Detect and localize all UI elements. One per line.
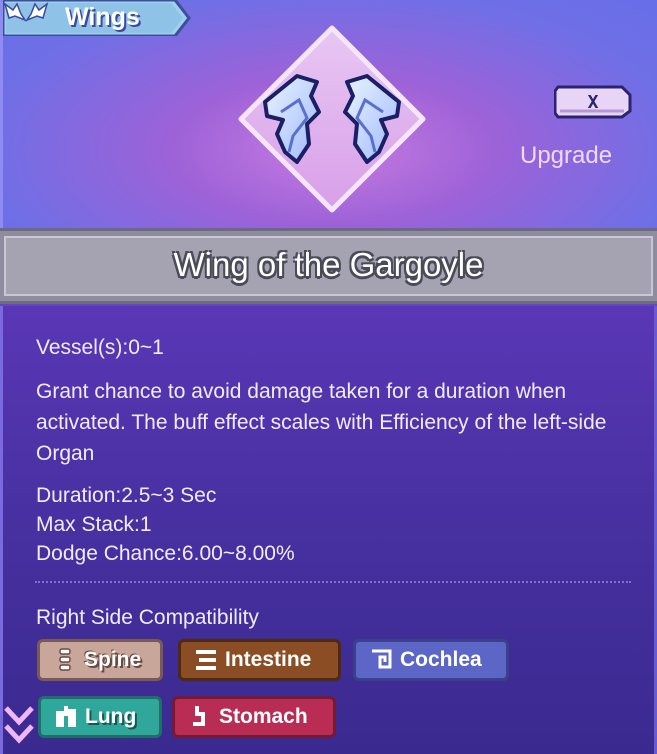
item-description: Grant chance to avoid damage taken for a… bbox=[36, 380, 607, 465]
section-divider bbox=[35, 581, 631, 585]
cochlea-icon bbox=[372, 649, 392, 669]
item-detail-panel: Wings X Upgrade Wing of the Gargoyle Ves… bbox=[0, 0, 657, 754]
item-name: Wing of the Gargoyle bbox=[173, 246, 484, 283]
compat-tag-label: Cochlea bbox=[400, 648, 482, 671]
stomach-icon bbox=[193, 706, 205, 726]
spine-icon bbox=[59, 648, 71, 671]
category-label: Wings bbox=[65, 3, 140, 31]
compatibility-title: Right Side Compatibility bbox=[36, 606, 259, 629]
compat-tag-cochlea[interactable]: Cochlea bbox=[353, 639, 509, 681]
upgrade-label[interactable]: Upgrade bbox=[520, 142, 612, 170]
lung-icon bbox=[56, 706, 76, 727]
stat-duration: Duration:2.5~3 Sec bbox=[36, 484, 217, 507]
compat-tag-intestine[interactable]: Intestine bbox=[178, 639, 341, 681]
item-title-bar: Wing of the Gargoyle bbox=[0, 228, 657, 304]
scroll-down-chevron-icon[interactable] bbox=[2, 700, 36, 752]
gargoyle-wings-icon bbox=[238, 25, 426, 213]
stat-dodge-chance: Dodge Chance:6.00~8.00% bbox=[36, 542, 295, 565]
vessels-text: Vessel(s):0~1 bbox=[36, 336, 164, 359]
compat-tag-label: Stomach bbox=[219, 705, 308, 728]
compat-tag-stomach[interactable]: Stomach bbox=[172, 696, 336, 738]
upgrade-key-button[interactable]: X bbox=[554, 85, 632, 119]
wings-icon bbox=[3, 2, 49, 22]
compat-tag-label: Lung bbox=[85, 705, 137, 728]
compat-tag-label: Intestine bbox=[225, 648, 312, 671]
item-details: Vessel(s):0~1 Grant chance to avoid dama… bbox=[0, 306, 657, 754]
category-tab[interactable]: Wings bbox=[3, 0, 193, 36]
item-header: Wings X Upgrade bbox=[0, 0, 657, 228]
compat-tag-spine[interactable]: Spine bbox=[37, 639, 163, 681]
upgrade-key-label: X bbox=[588, 92, 599, 113]
compat-tag-label: Spine bbox=[84, 648, 142, 671]
compat-tag-lung[interactable]: Lung bbox=[38, 696, 162, 738]
intestine-icon bbox=[196, 650, 216, 670]
stat-max-stack: Max Stack:1 bbox=[36, 513, 152, 536]
